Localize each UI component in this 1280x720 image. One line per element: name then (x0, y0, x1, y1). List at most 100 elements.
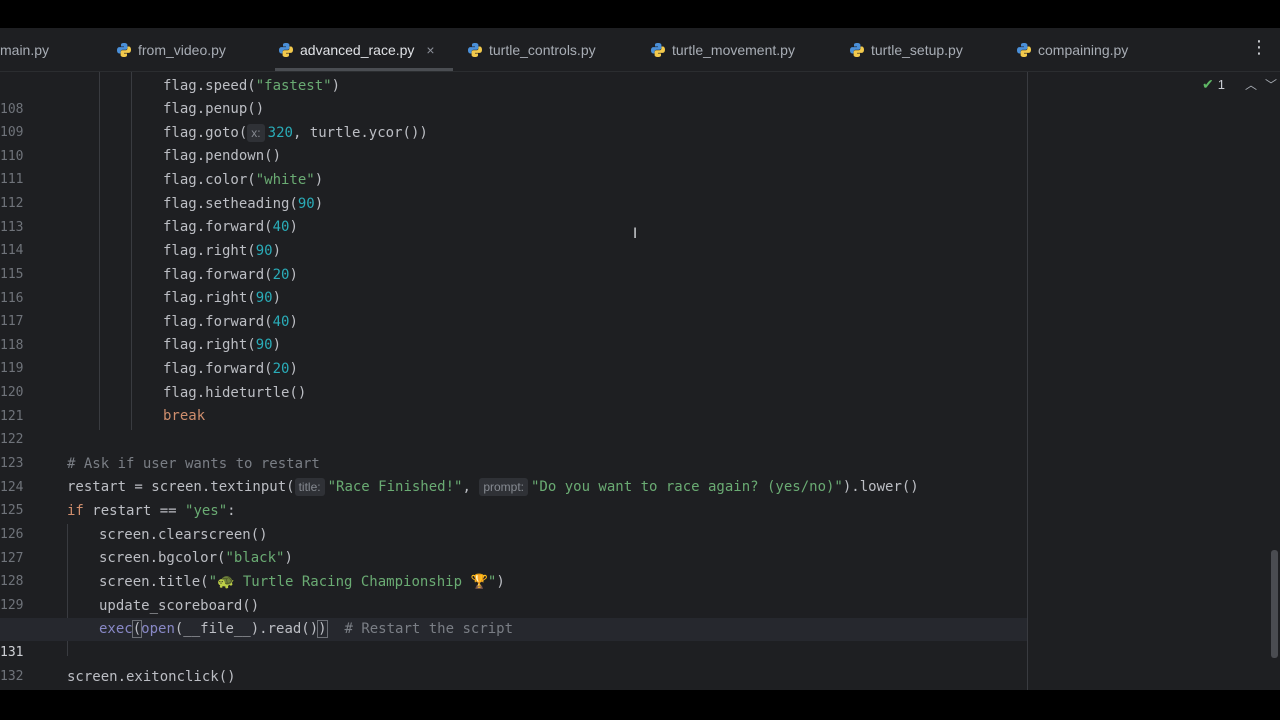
code-token: ) (314, 196, 324, 212)
code-token: flag.forward( (163, 314, 273, 330)
python-file-icon (468, 42, 482, 57)
code-token: : (227, 503, 236, 519)
tab-label: turtle_movement.py (672, 41, 795, 58)
code-text: restart = screen.textinput(title: "Race F… (67, 476, 919, 499)
keyword: if (67, 503, 84, 519)
code-text: flag.forward(20) (163, 358, 298, 381)
code-line: 118 flag.forward(40) (0, 311, 1027, 353)
tab-turtle-setup-py[interactable]: turtle_setup.py (849, 28, 963, 71)
code-text: screen.clearscreen() (99, 527, 268, 543)
code-line: 113 flag.setheading(90) (0, 193, 1027, 235)
code-text: flag.forward(20) (163, 264, 298, 287)
editor-tab-bar: main.py from_video.py advanced_race.py ×… (0, 28, 1280, 72)
tab-from-video-py[interactable]: from_video.py (116, 28, 226, 71)
code-token: flag.setheading( (163, 196, 298, 212)
code-text: flag.right(90) (163, 334, 281, 357)
code-text: screen.bgcolor("black") (99, 547, 293, 570)
number-literal: 90 (297, 196, 315, 212)
code-token: ) (496, 574, 505, 590)
tab-advanced-race-py[interactable]: advanced_race.py × (278, 28, 435, 71)
tab-label: from_video.py (138, 41, 226, 58)
code-text: flag.forward(40) (163, 216, 298, 239)
code-editor[interactable]: 108 flag.speed("fastest") 109 flag.penup… (0, 72, 1280, 690)
text-cursor-icon: I (633, 226, 638, 242)
comment: # Restart the script (344, 621, 514, 637)
code-line: 128 screen.bgcolor("black") (0, 547, 1027, 589)
number-literal: 40 (272, 314, 290, 330)
code-line: 119 flag.right(90) (0, 334, 1027, 376)
code-token: screen.title( (99, 574, 209, 590)
code-line: 130 update_scoreboard() (0, 595, 1027, 637)
vertical-scrollbar[interactable] (1271, 550, 1278, 658)
code-line: 109 flag.penup() (0, 98, 1027, 140)
inspection-count: 1 (1217, 77, 1225, 92)
code-token: flag.goto( (163, 125, 248, 141)
comment: # Ask if user wants to restart (67, 456, 320, 472)
code-line: 111 flag.pendown() (0, 145, 1027, 187)
code-text: screen.title("🐢 Turtle Racing Championsh… (99, 571, 505, 594)
string-literal: "black" (225, 550, 285, 566)
right-margin-guide (1027, 72, 1028, 690)
code-token: flag.speed( (163, 78, 256, 94)
more-options-icon[interactable]: ⋮ (1250, 39, 1268, 57)
code-text: exec(open(__file__).read()) # Restart th… (99, 618, 513, 641)
code-line: 121 flag.hideturtle() (0, 382, 1027, 424)
inspection-widget[interactable]: ✔ 1 ︿ ﹀ (1202, 76, 1277, 93)
tab-main-py[interactable]: main.py (0, 28, 49, 71)
ide-window: main.py from_video.py advanced_race.py ×… (0, 28, 1280, 690)
code-text: update_scoreboard() (99, 598, 260, 614)
close-tab-icon[interactable]: × (426, 42, 434, 58)
code-token: ) (289, 219, 298, 235)
number-literal: 20 (272, 267, 290, 283)
tab-turtle-movement-py[interactable]: turtle_movement.py (650, 28, 795, 71)
code-text: flag.goto(x: 320, turtle.ycor()) (163, 122, 428, 145)
code-token: ) (314, 172, 324, 188)
code-token: ) (272, 243, 282, 259)
number-literal: 40 (272, 219, 290, 235)
check-icon: ✔ (1202, 76, 1214, 92)
code-line: 122 break (0, 405, 1027, 447)
string-literal: "🐢 Turtle Racing Championship 🏆" (208, 574, 497, 590)
code-text: flag.pendown() (163, 148, 282, 164)
chevron-down-icon[interactable]: ﹀ (1265, 76, 1277, 93)
tab-compaining-py[interactable]: compaining.py (1016, 28, 1128, 71)
code-token: flag.forward( (163, 267, 273, 283)
code-line: 123 (0, 429, 1027, 471)
current-code-line: 131 exec(open(__file__).read()) # Restar… (0, 618, 1027, 660)
code-text: flag.hideturtle() (163, 385, 307, 401)
code-line: 133 screen.exitonclick() (0, 666, 1027, 689)
python-file-icon (117, 42, 131, 57)
code-text: flag.forward(40) (163, 311, 298, 334)
tab-label: compaining.py (1038, 41, 1129, 58)
number-literal: 320 (267, 125, 293, 141)
code-token: ).lower() (842, 479, 919, 495)
code-token: ) (331, 78, 341, 94)
chevron-up-icon[interactable]: ︿ (1245, 76, 1257, 93)
code-token: flag.forward( (163, 361, 273, 377)
string-literal: "Do you want to race again? (yes/no)" (531, 479, 843, 495)
code-text: flag.setheading(90) (163, 193, 323, 216)
tab-label: turtle_controls.py (489, 41, 596, 58)
parameter-hint: prompt: (479, 478, 528, 496)
code-token: (__file__).read() (174, 621, 319, 637)
builtin-function: exec (99, 621, 133, 637)
code-token: flag.right( (163, 337, 256, 353)
code-token: , turtle.ycor()) (292, 125, 428, 141)
tab-turtle-controls-py[interactable]: turtle_controls.py (467, 28, 596, 71)
python-file-icon (651, 42, 665, 57)
code-line: 120 flag.forward(20) (0, 358, 1027, 400)
code-text: if restart == "yes": (67, 500, 236, 523)
code-line: 115 flag.right(90) (0, 240, 1027, 282)
code-token: restart = screen.textinput( (67, 479, 295, 495)
code-text: screen.exitonclick() (67, 669, 236, 685)
code-text: flag.right(90) (163, 287, 281, 310)
code-token: flag.color( (163, 172, 256, 188)
code-token: ) (289, 361, 298, 377)
code-token: ) (289, 314, 298, 330)
string-literal: "Race Finished!" (327, 479, 463, 495)
parameter-hint: title: (294, 478, 325, 496)
code-line: 110 flag.goto(x: 320, turtle.ycor()) (0, 122, 1027, 164)
tab-label: advanced_race.py (300, 41, 415, 58)
code-line: 125 restart = screen.textinput(title: "Ra… (0, 476, 1027, 518)
code-line: 127 screen.clearscreen() (0, 524, 1027, 566)
